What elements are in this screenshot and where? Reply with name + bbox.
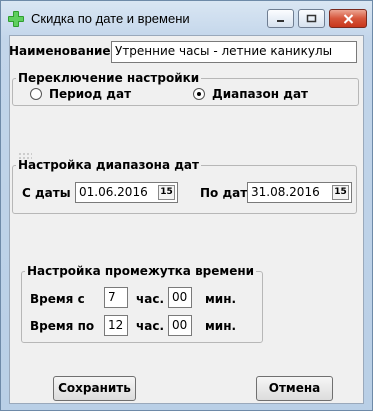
minimize-icon [277, 20, 284, 22]
end-minutes-unit: мин. [205, 319, 237, 333]
cancel-button[interactable]: Отмена [256, 376, 333, 401]
close-icon [343, 13, 353, 24]
calendar-icon[interactable]: 15 [158, 185, 175, 200]
discount-window: Скидка по дате и времени Наименование Ут… [0, 0, 373, 411]
radio-period[interactable]: Период дат [30, 87, 131, 101]
date-from-label: С даты [22, 186, 71, 200]
green-cross-icon [8, 11, 24, 27]
start-minutes-input[interactable]: 00 [168, 287, 192, 308]
window-title: Скидка по дате и времени [31, 11, 190, 26]
radio-range-label: Диапазон дат [212, 87, 309, 101]
maximize-button[interactable] [298, 9, 325, 28]
title-bar[interactable]: Скидка по дате и времени [1, 1, 372, 35]
radio-range[interactable]: Диапазон дат [193, 87, 308, 101]
date-from-input[interactable]: 01.06.2016 15 [75, 182, 178, 203]
date-from-value: 01.06.2016 [79, 185, 148, 199]
date-to-input[interactable]: 31.08.2016 15 [247, 182, 352, 203]
name-label: Наименование [9, 44, 111, 58]
time-end-label: Время по [30, 319, 95, 333]
save-button[interactable]: Сохранить [53, 376, 136, 401]
start-hours-input[interactable]: 7 [104, 287, 128, 308]
date-to-value: 31.08.2016 [251, 185, 320, 199]
maximize-icon [306, 14, 317, 23]
minimize-button[interactable] [267, 9, 294, 28]
date-range-legend: Настройка диапазона дат [18, 158, 199, 172]
calendar-icon[interactable]: 15 [332, 185, 349, 200]
name-input[interactable]: Утренние часы - летние каникулы [111, 41, 357, 63]
end-hours-unit: час. [136, 319, 165, 333]
time-range-legend: Настройка промежутка времени [27, 264, 255, 278]
end-minutes-input[interactable]: 00 [168, 315, 192, 336]
time-start-label: Время с [30, 292, 85, 306]
radio-period-label: Период дат [49, 87, 132, 101]
dialog-body: Наименование Утренние часы - летние кани… [9, 35, 364, 404]
start-minutes-unit: мин. [205, 292, 237, 306]
end-hours-input[interactable]: 12 [104, 315, 128, 336]
mode-group-legend: Переключение настройки [18, 71, 200, 85]
close-button[interactable] [329, 9, 367, 28]
radio-range-circle[interactable] [193, 88, 205, 100]
radio-period-circle[interactable] [30, 88, 42, 100]
start-hours-unit: час. [136, 292, 165, 306]
